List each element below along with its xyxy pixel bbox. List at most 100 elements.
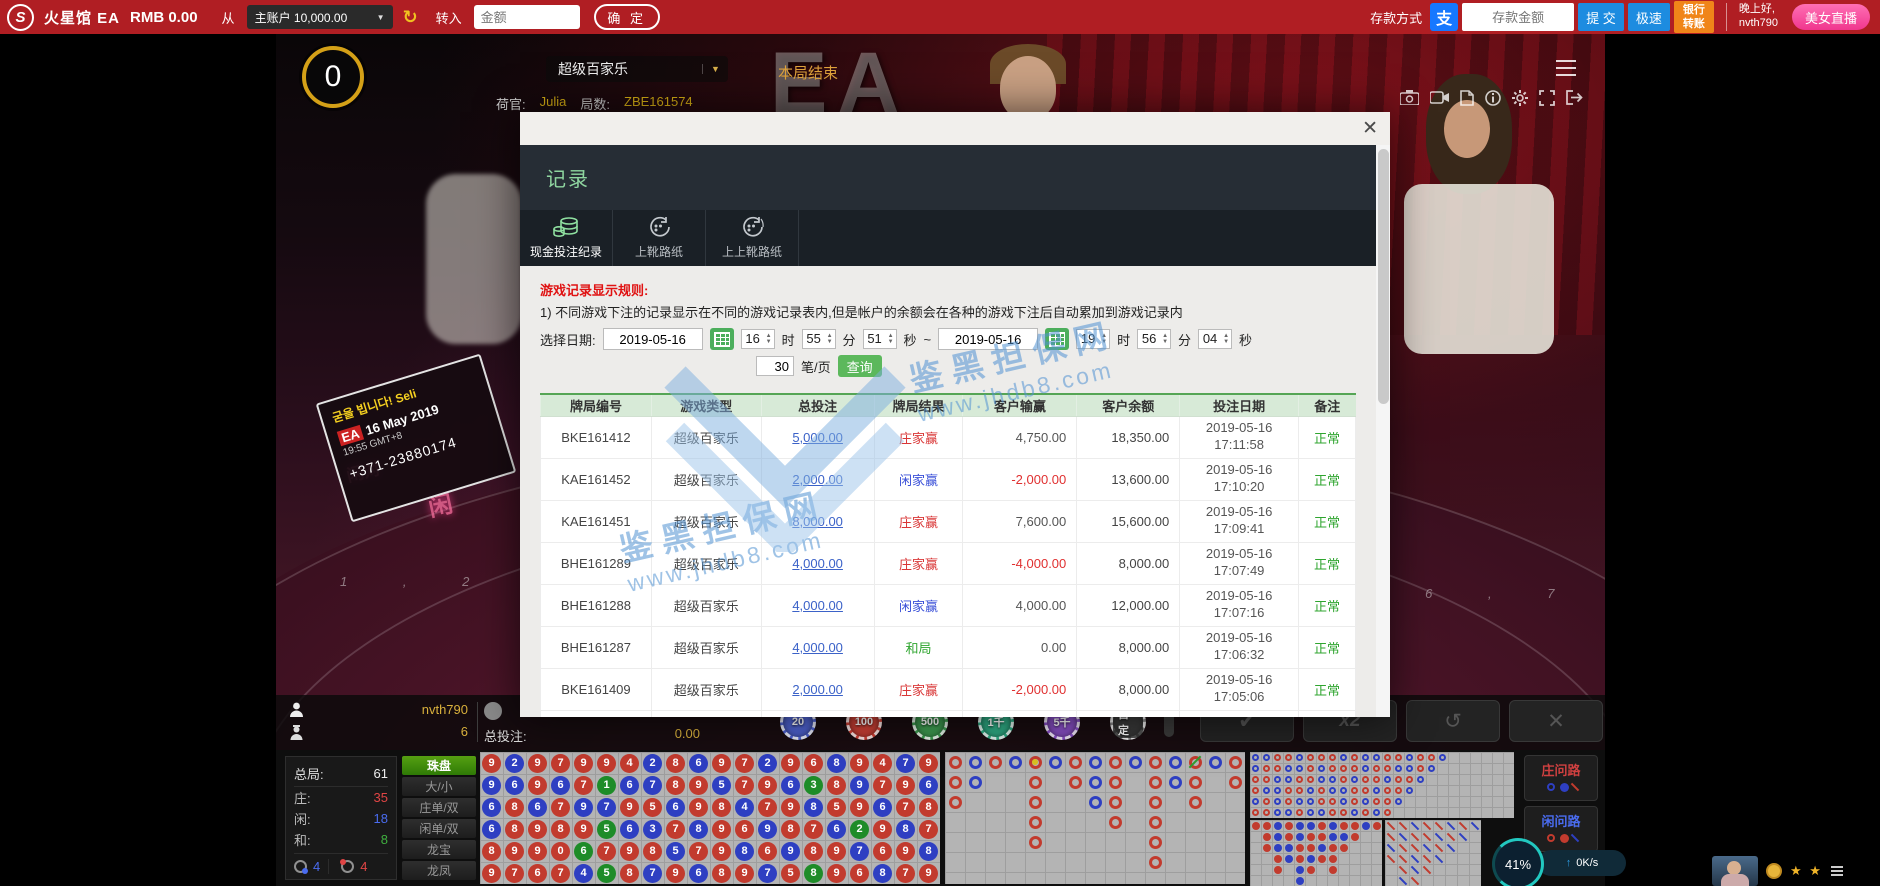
end-date-input[interactable] xyxy=(938,328,1038,350)
road-cell xyxy=(985,752,1005,772)
calendar-icon[interactable] xyxy=(1045,328,1069,350)
game-select-dropdown[interactable]: 超级百家乐 ▼ xyxy=(546,56,728,82)
road-cell xyxy=(1261,763,1272,774)
table-cell: 超级百家乐 xyxy=(651,626,761,668)
fullscreen-icon[interactable] xyxy=(1539,90,1555,106)
end-second-stepper[interactable]: 04▲▼ xyxy=(1198,329,1232,349)
tab-current-shoe-road[interactable]: 上靴路纸 xyxy=(613,210,706,266)
modal-scrollbar[interactable] xyxy=(1376,145,1390,717)
road-cell xyxy=(1445,820,1457,831)
alipay-icon[interactable]: 支 xyxy=(1430,3,1458,31)
road-cell xyxy=(1371,752,1382,763)
report-file-icon[interactable] xyxy=(1460,90,1474,106)
start-date-input[interactable] xyxy=(603,328,703,350)
transfer-amount-input[interactable] xyxy=(474,5,580,29)
road-cell xyxy=(1085,772,1105,792)
page-size-input[interactable] xyxy=(756,356,794,376)
close-icon[interactable]: ✕ xyxy=(1362,117,1378,140)
road-cell xyxy=(1272,820,1283,831)
scrollbar-thumb[interactable] xyxy=(1378,149,1389,404)
bet-detail-link[interactable]: 4,000.00 xyxy=(792,640,843,655)
bank-transfer-button[interactable]: 银行转账 xyxy=(1674,1,1714,33)
road-menu-item[interactable]: 闲单/双 xyxy=(402,819,476,838)
video-toolbar xyxy=(1400,90,1583,106)
banker-ask-road-button[interactable]: 庄问路 xyxy=(1524,755,1598,801)
end-minute-stepper[interactable]: 56▲▼ xyxy=(1137,329,1171,349)
road-cell xyxy=(1409,864,1421,875)
bead-plate-road[interactable]: 9297994286972968947996967167895796389796… xyxy=(480,752,940,884)
account-select[interactable]: 主账户 10,000.00 ▼ xyxy=(247,5,393,29)
bet-detail-link[interactable]: 2,000.00 xyxy=(792,472,843,487)
deposit-amount-input[interactable] xyxy=(1462,3,1574,31)
tab-cash-bet-records[interactable]: 现金投注纪录 xyxy=(520,210,613,266)
road-cell xyxy=(1448,763,1459,774)
mini-menu-icon[interactable] xyxy=(1831,866,1843,876)
road-menu-item[interactable]: 龙凤 xyxy=(402,861,476,880)
info-icon[interactable] xyxy=(1485,90,1501,106)
road-menu-item[interactable]: 庄单/双 xyxy=(402,798,476,817)
exit-icon[interactable] xyxy=(1566,90,1583,105)
road-cell xyxy=(1250,864,1261,875)
bet-detail-link[interactable]: 8,000.00 xyxy=(792,514,843,529)
cancel-bet-button[interactable]: ✕ xyxy=(1509,700,1603,742)
video-camera-icon[interactable] xyxy=(1430,90,1449,105)
road-cell: 5 xyxy=(664,840,687,862)
road-cell xyxy=(1283,785,1294,796)
cockroach-road[interactable] xyxy=(1385,820,1481,886)
road-cell xyxy=(1327,875,1338,886)
submit-button[interactable]: 提 交 xyxy=(1578,3,1624,31)
road-cell xyxy=(1250,774,1261,785)
quick-deposit-button[interactable]: 极速 xyxy=(1628,3,1670,31)
road-cell xyxy=(1470,763,1481,774)
beauty-live-button[interactable]: 美女直播 xyxy=(1792,4,1870,30)
road-cell xyxy=(1305,752,1316,763)
dealer-info-row: 荷官: Julia 局数: ZBE161574 xyxy=(496,94,707,113)
small-road[interactable] xyxy=(1250,820,1382,886)
menu-icon[interactable] xyxy=(1556,60,1576,76)
second-unit: 秒 xyxy=(904,330,917,349)
road-cell xyxy=(1165,792,1185,812)
road-cell xyxy=(1459,752,1470,763)
end-hour-stepper[interactable]: 19▲▼ xyxy=(1076,329,1110,349)
road-cell: 7 xyxy=(894,796,917,818)
gear-icon[interactable] xyxy=(1512,90,1528,106)
confirm-button[interactable]: 确 定 xyxy=(594,4,660,30)
road-cell: 9 xyxy=(779,796,802,818)
road-cell: 8 xyxy=(733,840,756,862)
road-cell xyxy=(1338,752,1349,763)
refresh-icon[interactable]: ↻ xyxy=(403,7,418,28)
second-unit: 秒 xyxy=(1239,330,1252,349)
bet-detail-link[interactable]: 4,000.00 xyxy=(792,556,843,571)
bet-detail-link[interactable]: 2,000.00 xyxy=(792,682,843,697)
road-cell xyxy=(1421,831,1433,842)
road-cell: 5 xyxy=(825,796,848,818)
road-menu-item[interactable]: 珠盘 xyxy=(402,756,476,775)
road-menu-item[interactable]: 龙宝 xyxy=(402,840,476,859)
bet-detail-link[interactable]: 4,000.00 xyxy=(792,598,843,613)
tab-label: 现金投注纪录 xyxy=(530,243,602,260)
big-road[interactable] xyxy=(945,752,1245,884)
tab-previous-shoe-road[interactable]: 上上靴路纸 xyxy=(706,210,799,266)
query-button[interactable]: 查询 xyxy=(838,355,882,377)
repeat-bet-button[interactable]: ↺ xyxy=(1406,700,1500,742)
road-cell xyxy=(1327,864,1338,875)
road-cell xyxy=(1294,864,1305,875)
live-thumbnail[interactable] xyxy=(1712,856,1758,886)
start-second-stepper[interactable]: 51▲▼ xyxy=(863,329,897,349)
camera-icon[interactable] xyxy=(1400,90,1419,105)
table-cell: 13,600.00 xyxy=(1077,458,1180,500)
road-cell xyxy=(1225,792,1245,812)
bet-detail-link[interactable]: 5,000.00 xyxy=(792,430,843,445)
start-minute-stepper[interactable]: 55▲▼ xyxy=(802,329,836,349)
table-cell: BKE161412 xyxy=(541,416,652,458)
calendar-icon[interactable] xyxy=(710,328,734,350)
road-cell xyxy=(1065,752,1085,772)
road-cell xyxy=(1145,752,1165,772)
road-cell xyxy=(1327,842,1338,853)
big-eye-road[interactable] xyxy=(1250,752,1514,818)
road-cell: 6 xyxy=(779,774,802,796)
road-cell xyxy=(1261,807,1272,818)
road-cell xyxy=(1448,785,1459,796)
road-menu-item[interactable]: 大/小 xyxy=(402,777,476,796)
start-hour-stepper[interactable]: 16▲▼ xyxy=(741,329,775,349)
